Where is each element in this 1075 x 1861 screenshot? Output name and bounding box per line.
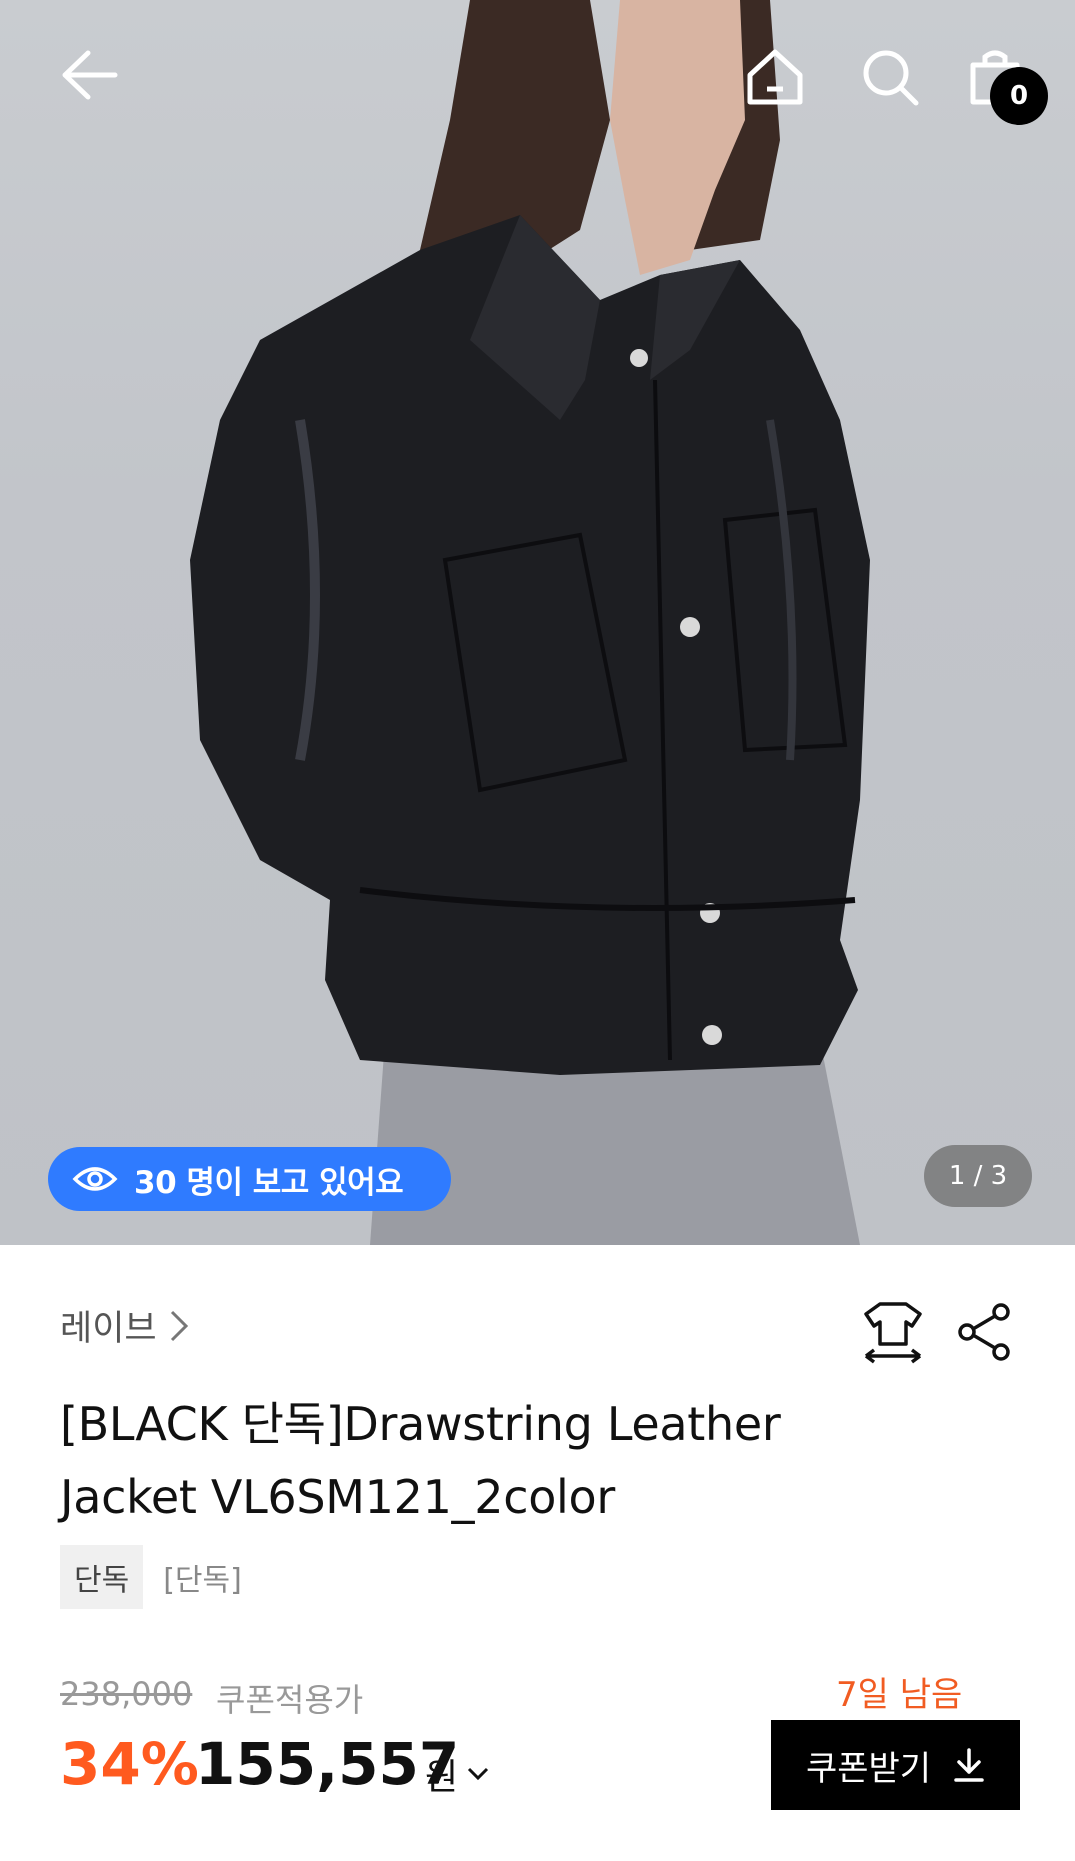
download-icon [954, 1748, 984, 1782]
brand-name: 레이브 [60, 1309, 157, 1349]
viewers-text: 30 명이 보고 있어요 [134, 1164, 404, 1201]
product-photo [190, 0, 870, 1245]
coupon-days-left: 7일 남음 [836, 1675, 963, 1715]
product-title: [BLACK 단독]Drawstring Leather Jacket VL6S… [60, 1388, 960, 1534]
currency-label: 원 [425, 1757, 459, 1798]
exclusive-tag: 단독 [60, 1545, 144, 1609]
product-image-carousel[interactable]: 0 30 명이 보고 있어요 1 / 3 [0, 0, 1075, 1245]
viewers-badge: 30 명이 보고 있어요 [48, 1147, 451, 1211]
size-fit-icon[interactable] [862, 1300, 924, 1364]
original-price: 238,000 [60, 1675, 193, 1713]
search-icon[interactable] [855, 42, 925, 112]
final-price: 155,557 [195, 1730, 460, 1798]
get-coupon-button[interactable]: 쿠폰받기 [771, 1720, 1020, 1810]
chevron-right-icon [170, 1310, 188, 1341]
product-title-line2: Jacket VL6SM121_2color [60, 1470, 615, 1524]
price-detail-toggle[interactable]: 원 [425, 1748, 490, 1800]
exclusive-tag-plain: [단독] [163, 1563, 242, 1598]
share-icon[interactable] [955, 1302, 1015, 1362]
home-icon[interactable] [740, 42, 810, 112]
product-title-line1: [BLACK 단독]Drawstring Leather [60, 1397, 781, 1451]
top-navigation: 0 [0, 0, 1075, 160]
discount-rate: 34% [60, 1730, 199, 1798]
cart-count-badge[interactable]: 0 [990, 67, 1048, 125]
image-pager: 1 / 3 [924, 1145, 1032, 1207]
product-tags: 단독 [단독] [60, 1545, 242, 1609]
coupon-price-label: 쿠폰적용가 [216, 1681, 364, 1719]
eye-icon [72, 1167, 118, 1191]
get-coupon-label: 쿠폰받기 [805, 1748, 932, 1789]
brand-link[interactable]: 레이브 [60, 1300, 189, 1351]
chevron-down-icon [468, 1767, 489, 1781]
arrow-left-icon[interactable] [55, 40, 125, 110]
